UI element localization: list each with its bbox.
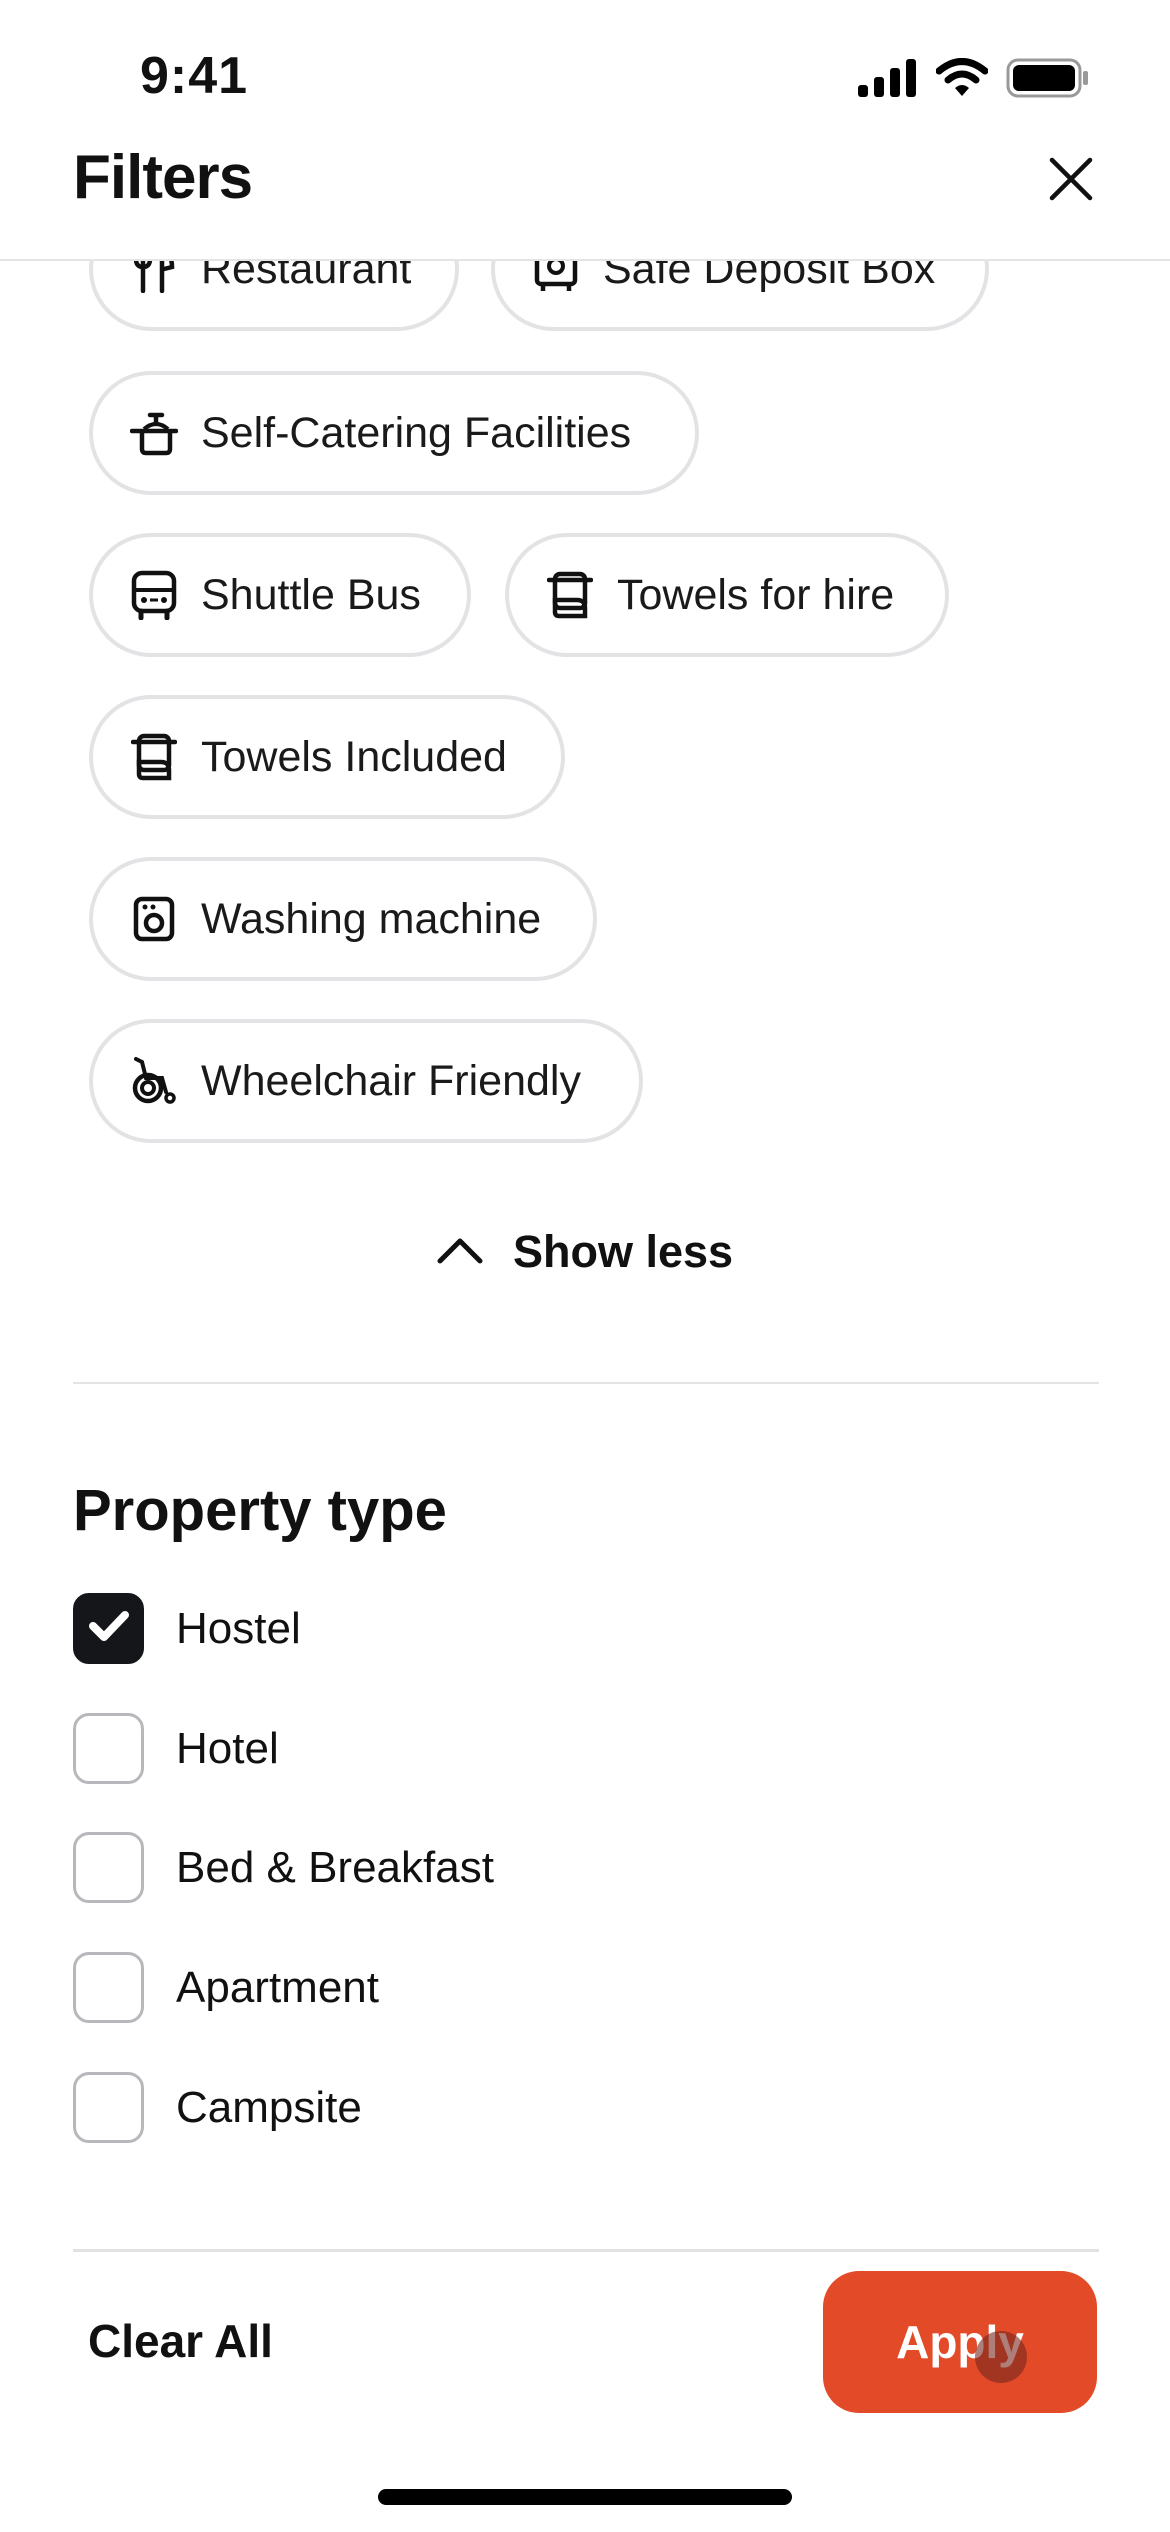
property-type-option-apartment[interactable]: Apartment xyxy=(73,1952,379,2023)
property-type-option-hostel[interactable]: Hostel xyxy=(73,1593,301,1664)
facility-chip-washing-machine[interactable]: Washing machine xyxy=(89,857,597,981)
close-icon xyxy=(1048,156,1094,207)
clear-all-button[interactable]: Clear All xyxy=(88,2314,273,2368)
facility-chip-restaurant[interactable]: Restaurant xyxy=(89,261,459,331)
towel-icon xyxy=(129,732,179,782)
facility-chip-safe-deposit-box[interactable]: Safe Deposit Box xyxy=(491,261,989,331)
facility-chip-wheelchair-friendly[interactable]: Wheelchair Friendly xyxy=(89,1019,643,1143)
checkbox-unchecked[interactable] xyxy=(73,1832,144,1903)
washing-machine-icon xyxy=(129,894,179,944)
close-button[interactable] xyxy=(1040,150,1102,212)
facility-chip-towels-included[interactable]: Towels Included xyxy=(89,695,565,819)
towel-icon xyxy=(545,570,595,620)
cooking-pot-icon xyxy=(129,408,179,458)
checkbox-unchecked[interactable] xyxy=(73,2072,144,2143)
home-indicator xyxy=(378,2489,792,2505)
touch-indicator xyxy=(975,2331,1027,2383)
property-type-title: Property type xyxy=(73,1478,447,1543)
facility-chip-shuttle-bus[interactable]: Shuttle Bus xyxy=(89,533,471,657)
checkbox-unchecked[interactable] xyxy=(73,1713,144,1784)
facility-chip-towels-for-hire[interactable]: Towels for hire xyxy=(505,533,949,657)
wifi-icon xyxy=(935,58,989,103)
checkmark-icon xyxy=(88,1609,130,1648)
property-type-option-hotel[interactable]: Hotel xyxy=(73,1713,279,1784)
bus-icon xyxy=(129,570,179,620)
page-title: Filters xyxy=(73,143,253,212)
apply-button[interactable]: Apply xyxy=(823,2271,1097,2413)
facility-chip-self-catering[interactable]: Self-Catering Facilities xyxy=(89,371,699,495)
filters-scroll-area[interactable]: Restaurant Safe Deposit Box Self-Caterin… xyxy=(0,261,1170,2247)
fork-knife-icon xyxy=(129,261,179,294)
section-divider xyxy=(73,1382,1099,1384)
checkbox-checked[interactable] xyxy=(73,1593,144,1664)
show-less-button[interactable]: Show less xyxy=(0,1226,1170,1278)
signal-icon xyxy=(858,59,918,102)
property-type-option-bed-breakfast[interactable]: Bed & Breakfast xyxy=(73,1832,494,1903)
status-time: 9:41 xyxy=(140,47,249,105)
wheelchair-icon xyxy=(129,1056,179,1106)
checkbox-unchecked[interactable] xyxy=(73,1952,144,2023)
footer-divider xyxy=(73,2249,1099,2252)
safe-icon xyxy=(531,261,581,294)
property-type-option-campsite[interactable]: Campsite xyxy=(73,2072,362,2143)
battery-icon xyxy=(1006,58,1090,103)
chevron-up-icon xyxy=(437,1236,483,1269)
status-icons xyxy=(858,58,1090,103)
